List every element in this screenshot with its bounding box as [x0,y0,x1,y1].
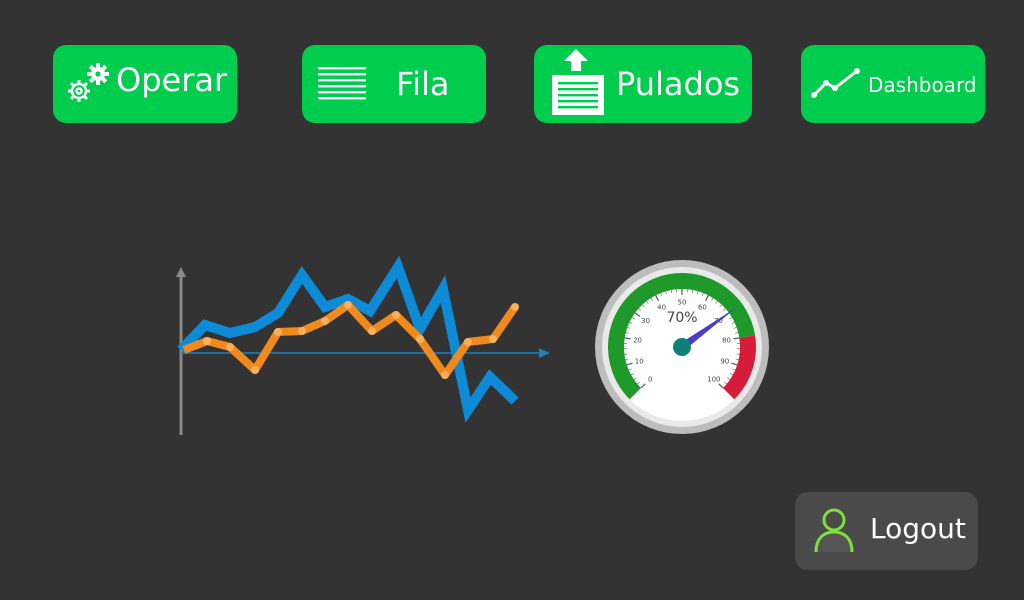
gauge-tick-label: 100 [707,375,720,383]
main-screen: Operar Fila Pulados Dashboard 0 10 20 30… [0,0,1024,600]
gauge-tick-label: 80 [722,336,731,344]
gauge-tick-label: 0 [648,375,652,383]
gauge-tick-label: 40 [657,303,666,311]
dashboard-label: Dashboard [868,73,977,97]
logout-button[interactable]: Logout [795,492,978,570]
pulados-label: Pulados [616,65,741,103]
operar-button[interactable]: Operar [53,45,237,123]
gauge-tick-label: 90 [720,357,729,365]
gauge-widget: 0102030405060708090100 70% [590,255,774,439]
user-icon [813,508,855,554]
fila-label: Fila [396,65,450,103]
gauge-needle-hub [673,338,691,356]
gauge-value-label: 70% [666,310,697,326]
dashboard-button[interactable]: Dashboard [801,45,985,123]
list-lines-icon [318,67,368,103]
line-chart-illustration [160,255,560,445]
gauge-tick-label: 30 [641,317,650,325]
operar-label: Operar [116,61,228,99]
gauge-tick-label: 60 [698,303,707,311]
pulados-button[interactable]: Pulados [534,45,752,123]
logout-label: Logout [870,512,966,545]
gauge-tick-label: 50 [678,299,687,307]
fila-button[interactable]: Fila [302,45,486,123]
gauge-tick-label: 20 [633,336,642,344]
blue-series-line [177,255,519,423]
gauge-tick-label: 10 [635,357,644,365]
gears-icon [65,63,111,105]
line-chart-icon [811,67,861,99]
upload-document-icon [548,49,604,115]
